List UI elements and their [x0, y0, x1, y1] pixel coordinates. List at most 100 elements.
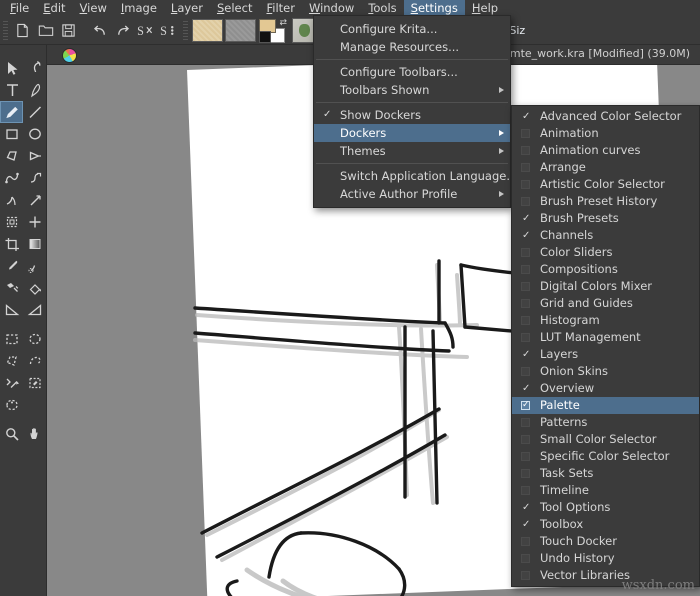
docker-item-digital-colors-mixer[interactable]: Digital Colors Mixer	[512, 278, 699, 295]
docker-item-brush-preset-history[interactable]: Brush Preset History	[512, 193, 699, 210]
docker-item-channels[interactable]: ✓ Channels	[512, 227, 699, 244]
toolbox-text-tool[interactable]	[0, 79, 23, 101]
toolbox-assistant-tool[interactable]	[23, 299, 46, 321]
toolbar-grip-2[interactable]	[183, 20, 188, 41]
checkbox-icon[interactable]	[521, 282, 530, 291]
docker-item-patterns[interactable]: Patterns	[512, 414, 699, 431]
menubar-item-edit[interactable]: Edit	[36, 0, 72, 17]
toolbox-polyline-tool[interactable]	[23, 145, 46, 167]
docker-item-animation-curves[interactable]: Animation curves	[512, 142, 699, 159]
docker-item-grid-and-guides[interactable]: Grid and Guides	[512, 295, 699, 312]
checkbox-icon[interactable]	[521, 265, 530, 274]
docker-item-histogram[interactable]: Histogram	[512, 312, 699, 329]
docker-item-layers[interactable]: ✓ Layers	[512, 346, 699, 363]
settings-menu-item-switch-application-language[interactable]: Switch Application Language...	[314, 167, 517, 185]
toolbox-ellipse-tool[interactable]	[23, 123, 46, 145]
toolbox-freehand-select-tool[interactable]	[23, 350, 46, 372]
undo-icon[interactable]	[88, 19, 111, 42]
toolbox-freehand-brush-tool[interactable]	[0, 101, 23, 123]
toolbox-polygon-tool[interactable]	[0, 145, 23, 167]
settings-menu-item-configure-krita[interactable]: Configure Krita...	[314, 20, 510, 38]
docker-item-timeline[interactable]: Timeline	[512, 482, 699, 499]
settings-menu-item-configure-toolbars[interactable]: Configure Toolbars...	[314, 63, 510, 81]
toolbox-select-shapes-tool[interactable]	[0, 57, 23, 79]
checkbox-icon[interactable]	[521, 316, 530, 325]
menubar-item-file[interactable]: File	[3, 0, 36, 17]
toolbox-contiguous-select-tool[interactable]	[0, 372, 23, 394]
checkbox-icon[interactable]	[521, 469, 530, 478]
toolbox-pan-tool[interactable]	[23, 423, 46, 445]
checkbox-icon[interactable]	[521, 418, 530, 427]
docker-item-specific-color-selector[interactable]: Specific Color Selector	[512, 448, 699, 465]
docker-item-lut-management[interactable]: LUT Management	[512, 329, 699, 346]
toolbox-move-tool[interactable]	[23, 211, 46, 233]
docker-item-toolbox[interactable]: ✓ Toolbox	[512, 516, 699, 533]
docker-item-tool-options[interactable]: ✓ Tool Options	[512, 499, 699, 516]
checkbox-icon[interactable]	[521, 248, 530, 257]
toolbox-gradient-tool[interactable]	[23, 233, 46, 255]
docker-item-palette[interactable]: Palette	[512, 397, 699, 414]
checkbox-icon[interactable]	[521, 180, 530, 189]
toolbox-transform-tool[interactable]	[0, 211, 23, 233]
menubar-item-layer[interactable]: Layer	[164, 0, 210, 17]
toolbox-smart-patch-tool[interactable]	[23, 255, 46, 277]
toolbox-calligraphy-tool[interactable]	[23, 79, 46, 101]
checkbox-icon[interactable]	[521, 571, 530, 580]
toolbox-line-tool[interactable]	[23, 101, 46, 123]
menubar-item-filter[interactable]: Filter	[259, 0, 301, 17]
toolbar-grip[interactable]	[3, 20, 8, 41]
toolbox-crop-tool[interactable]	[0, 233, 23, 255]
docker-item-color-sliders[interactable]: Color Sliders	[512, 244, 699, 261]
gradient-swatch[interactable]	[192, 19, 223, 42]
settings-menu-item-show-dockers[interactable]: ✓ Show Dockers	[314, 106, 510, 124]
checkbox-icon[interactable]	[521, 163, 530, 172]
settings-menu-item-dockers[interactable]: Dockers	[314, 124, 510, 142]
foreground-background-color[interactable]: ⇄	[259, 18, 287, 43]
checkbox-icon[interactable]	[521, 486, 530, 495]
toolbox-polygonal-select-tool[interactable]	[0, 350, 23, 372]
settings-menu-item-active-author-profile[interactable]: Active Author Profile	[314, 185, 510, 203]
checkbox-icon[interactable]	[521, 554, 530, 563]
docker-item-onion-skins[interactable]: Onion Skins	[512, 363, 699, 380]
checkbox-icon[interactable]	[521, 129, 530, 138]
new-document-icon[interactable]	[11, 19, 34, 42]
toolbox-dynamic-brush-tool[interactable]	[0, 189, 23, 211]
checkbox-icon[interactable]	[521, 452, 530, 461]
checkbox-icon[interactable]	[521, 197, 530, 206]
toolbox-zoom-tool[interactable]	[0, 423, 23, 445]
docker-item-brush-presets[interactable]: ✓ Brush Presets	[512, 210, 699, 227]
toolbox-rectangular-select-tool[interactable]	[0, 328, 23, 350]
docker-item-overview[interactable]: ✓ Overview	[512, 380, 699, 397]
docker-item-undo-history[interactable]: Undo History	[512, 550, 699, 567]
toolbox-multibrush-tool[interactable]	[23, 189, 46, 211]
docker-item-artistic-color-selector[interactable]: Artistic Color Selector	[512, 176, 699, 193]
toolbox-fill-tool[interactable]	[23, 277, 46, 299]
docker-item-touch-docker[interactable]: Touch Docker	[512, 533, 699, 550]
checkbox-icon[interactable]	[521, 146, 530, 155]
checkbox-icon[interactable]	[521, 333, 530, 342]
toolbox-colorize-mask-tool[interactable]	[0, 277, 23, 299]
toolbox-elliptical-select-tool[interactable]	[23, 328, 46, 350]
menubar-item-select[interactable]: Select	[210, 0, 260, 17]
docker-item-task-sets[interactable]: Task Sets	[512, 465, 699, 482]
checkbox-icon[interactable]	[521, 299, 530, 308]
toolbox-color-picker-tool[interactable]	[0, 255, 23, 277]
docker-item-advanced-color-selector[interactable]: ✓ Advanced Color Selector	[512, 108, 699, 125]
docker-item-small-color-selector[interactable]: Small Color Selector	[512, 431, 699, 448]
settings-menu-item-manage-resources[interactable]: Manage Resources...	[314, 38, 510, 56]
checkbox-icon[interactable]	[521, 537, 530, 546]
deselect-icon[interactable]: S	[134, 19, 157, 42]
menubar-item-view[interactable]: View	[73, 0, 114, 17]
toolbox-measure-tool[interactable]	[0, 299, 23, 321]
checkbox-icon[interactable]	[521, 367, 530, 376]
toolbox-rectangle-tool[interactable]	[0, 123, 23, 145]
pattern-swatch[interactable]	[225, 19, 256, 42]
checkbox-icon[interactable]	[521, 397, 530, 414]
toolbox-bezier-curve-tool[interactable]	[0, 167, 23, 189]
settings-menu-item-toolbars-shown[interactable]: Toolbars Shown	[314, 81, 510, 99]
redo-icon[interactable]	[111, 19, 134, 42]
save-document-icon[interactable]	[57, 19, 80, 42]
docker-item-animation[interactable]: Animation	[512, 125, 699, 142]
toolbox-freehand-path-tool[interactable]	[23, 167, 46, 189]
toolbox-similar-color-select-tool[interactable]	[23, 372, 46, 394]
